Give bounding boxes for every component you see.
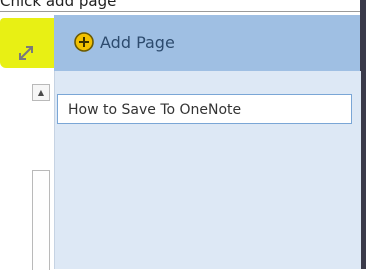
instruction-caption: Cnick add page	[0, 0, 360, 12]
page-list-item[interactable]: How to Save To OneNote	[57, 94, 352, 124]
page-title: How to Save To OneNote	[68, 102, 242, 118]
add-page-button[interactable]: Add Page	[74, 28, 175, 56]
scroll-up-button[interactable]: ▲	[32, 84, 50, 101]
plus-circle-icon	[74, 32, 94, 52]
chevron-up-icon: ▲	[37, 88, 45, 97]
add-page-label: Add Page	[100, 32, 175, 52]
scrollbar-thumb[interactable]	[32, 170, 50, 270]
expand-arrows-icon[interactable]	[16, 43, 36, 63]
